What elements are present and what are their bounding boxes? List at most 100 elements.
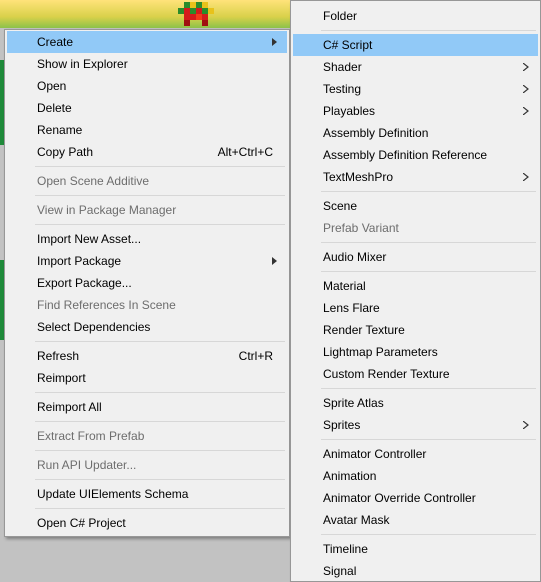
- menu-item-playables[interactable]: Playables: [293, 100, 538, 122]
- menu-item-label: Custom Render Texture: [323, 367, 450, 381]
- menu-separator: [35, 166, 285, 167]
- menu-item-timeline[interactable]: Timeline: [293, 538, 538, 560]
- menu-item-avatar-mask[interactable]: Avatar Mask: [293, 509, 538, 531]
- menu-item-import-new-asset[interactable]: Import New Asset...: [7, 228, 287, 250]
- project-context-menu: Create Show in Explorer Open Delete Rena…: [4, 29, 290, 537]
- menu-item-csharp-script[interactable]: C# Script: [293, 34, 538, 56]
- menu-item-import-package[interactable]: Import Package: [7, 250, 287, 272]
- menu-item-open[interactable]: Open: [7, 75, 287, 97]
- menu-item-animator-controller[interactable]: Animator Controller: [293, 443, 538, 465]
- menu-separator: [321, 388, 536, 389]
- menu-item-assembly-definition-reference[interactable]: Assembly Definition Reference: [293, 144, 538, 166]
- menu-separator: [35, 224, 285, 225]
- menu-item-delete[interactable]: Delete: [7, 97, 287, 119]
- menu-item-rename[interactable]: Rename: [7, 119, 287, 141]
- menu-item-label: Shader: [323, 60, 362, 74]
- menu-item-refresh[interactable]: Refresh Ctrl+R: [7, 345, 287, 367]
- menu-item-testing[interactable]: Testing: [293, 78, 538, 100]
- menu-separator: [35, 508, 285, 509]
- menu-item-label: C# Script: [323, 38, 373, 52]
- create-submenu: Folder C# Script Shader Testing Playable…: [290, 0, 541, 582]
- menu-item-select-dependencies[interactable]: Select Dependencies: [7, 316, 287, 338]
- menu-item-reimport[interactable]: Reimport: [7, 367, 287, 389]
- menu-item-label: Render Texture: [323, 323, 405, 337]
- menu-item-label: Copy Path: [37, 145, 94, 159]
- chevron-right-icon: [522, 78, 530, 100]
- menu-item-label: Reimport All: [37, 400, 102, 414]
- menu-item-label: Timeline: [323, 542, 368, 556]
- menu-item-label: Prefab Variant: [323, 221, 399, 235]
- chevron-right-icon: [522, 414, 530, 436]
- menu-item-folder[interactable]: Folder: [293, 5, 538, 27]
- menu-item-extract-from-prefab[interactable]: Extract From Prefab: [7, 425, 287, 447]
- menu-item-label: Run API Updater...: [37, 458, 137, 472]
- menu-item-label: Open C# Project: [37, 516, 126, 530]
- shortcut-label: Ctrl+R: [238, 349, 273, 363]
- chevron-right-icon: [271, 31, 279, 53]
- menu-item-label: Animation: [323, 469, 377, 483]
- menu-item-label: Delete: [37, 101, 72, 115]
- menu-item-label: Assembly Definition Reference: [323, 148, 488, 162]
- menu-item-label: Assembly Definition: [323, 126, 429, 140]
- menu-item-scene[interactable]: Scene: [293, 195, 538, 217]
- menu-item-animator-override-controller[interactable]: Animator Override Controller: [293, 487, 538, 509]
- menu-item-label: Avatar Mask: [323, 513, 390, 527]
- menu-separator: [35, 479, 285, 480]
- menu-item-label: Playables: [323, 104, 376, 118]
- menu-item-label: Folder: [323, 9, 358, 23]
- menu-item-shader[interactable]: Shader: [293, 56, 538, 78]
- menu-item-label: Export Package...: [37, 276, 132, 290]
- menu-item-label: Show in Explorer: [37, 57, 128, 71]
- menu-item-label: Rename: [37, 123, 83, 137]
- menu-item-find-references[interactable]: Find References In Scene: [7, 294, 287, 316]
- menu-separator: [35, 341, 285, 342]
- menu-item-export-package[interactable]: Export Package...: [7, 272, 287, 294]
- menu-item-label: Create: [37, 35, 74, 49]
- menu-item-label: Import Package: [37, 254, 122, 268]
- menu-item-sprites[interactable]: Sprites: [293, 414, 538, 436]
- menu-item-open-scene-additive[interactable]: Open Scene Additive: [7, 170, 287, 192]
- menu-item-render-texture[interactable]: Render Texture: [293, 319, 538, 341]
- menu-item-run-api-updater[interactable]: Run API Updater...: [7, 454, 287, 476]
- menu-item-label: Open Scene Additive: [37, 174, 150, 188]
- menu-item-sprite-atlas[interactable]: Sprite Atlas: [293, 392, 538, 414]
- menu-item-label: Signal: [323, 564, 357, 578]
- menu-item-label: Lens Flare: [323, 301, 380, 315]
- menu-item-label: Animator Override Controller: [323, 491, 476, 505]
- menu-separator: [321, 242, 536, 243]
- menu-item-open-csharp-project[interactable]: Open C# Project: [7, 512, 287, 534]
- menu-item-label: Sprite Atlas: [323, 396, 384, 410]
- menu-separator: [321, 439, 536, 440]
- menu-item-assembly-definition[interactable]: Assembly Definition: [293, 122, 538, 144]
- menu-item-show-in-explorer[interactable]: Show in Explorer: [7, 53, 287, 75]
- menu-item-custom-render-texture[interactable]: Custom Render Texture: [293, 363, 538, 385]
- menu-item-prefab-variant[interactable]: Prefab Variant: [293, 217, 538, 239]
- menu-item-reimport-all[interactable]: Reimport All: [7, 396, 287, 418]
- menu-item-signal[interactable]: Signal: [293, 560, 538, 582]
- menu-item-animation[interactable]: Animation: [293, 465, 538, 487]
- menu-item-audio-mixer[interactable]: Audio Mixer: [293, 246, 538, 268]
- menu-item-lightmap-parameters[interactable]: Lightmap Parameters: [293, 341, 538, 363]
- menu-separator: [321, 271, 536, 272]
- chevron-right-icon: [522, 100, 530, 122]
- menu-item-label: Scene: [323, 199, 358, 213]
- menu-item-label: Find References In Scene: [37, 298, 176, 312]
- menu-item-label: Reimport: [37, 371, 86, 385]
- menu-item-lens-flare[interactable]: Lens Flare: [293, 297, 538, 319]
- menu-separator: [321, 534, 536, 535]
- menu-item-material[interactable]: Material: [293, 275, 538, 297]
- menu-item-create[interactable]: Create: [7, 31, 287, 53]
- menu-item-label: Lightmap Parameters: [323, 345, 438, 359]
- menu-separator: [35, 392, 285, 393]
- menu-item-label: TextMeshPro: [323, 170, 394, 184]
- menu-item-update-uielements-schema[interactable]: Update UIElements Schema: [7, 483, 287, 505]
- menu-separator: [35, 195, 285, 196]
- menu-item-textmeshpro[interactable]: TextMeshPro: [293, 166, 538, 188]
- menu-separator: [321, 30, 536, 31]
- menu-item-label: Extract From Prefab: [37, 429, 145, 443]
- menu-item-label: Audio Mixer: [323, 250, 387, 264]
- chevron-right-icon: [522, 166, 530, 188]
- menu-item-copy-path[interactable]: Copy Path Alt+Ctrl+C: [7, 141, 287, 163]
- menu-item-label: Select Dependencies: [37, 320, 151, 334]
- menu-item-view-in-package-manager[interactable]: View in Package Manager: [7, 199, 287, 221]
